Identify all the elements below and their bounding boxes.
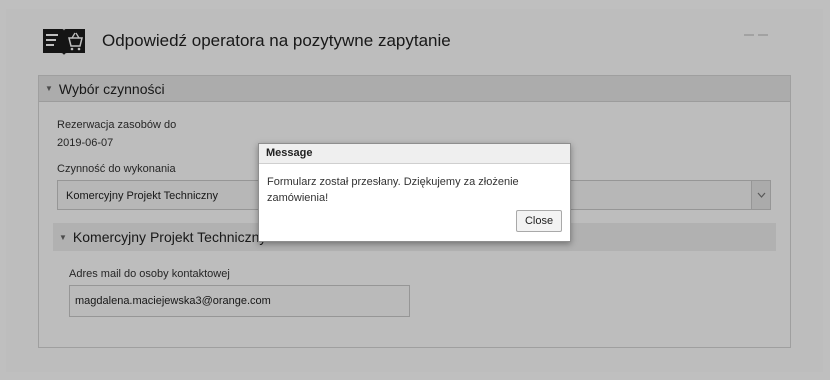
dialog-message: Formularz został przesłany. Dziękujemy z… bbox=[267, 176, 519, 204]
dialog-title: Message bbox=[259, 144, 570, 164]
message-dialog: Message Formularz został przesłany. Dzię… bbox=[258, 143, 571, 242]
close-button[interactable]: Close bbox=[516, 210, 562, 232]
